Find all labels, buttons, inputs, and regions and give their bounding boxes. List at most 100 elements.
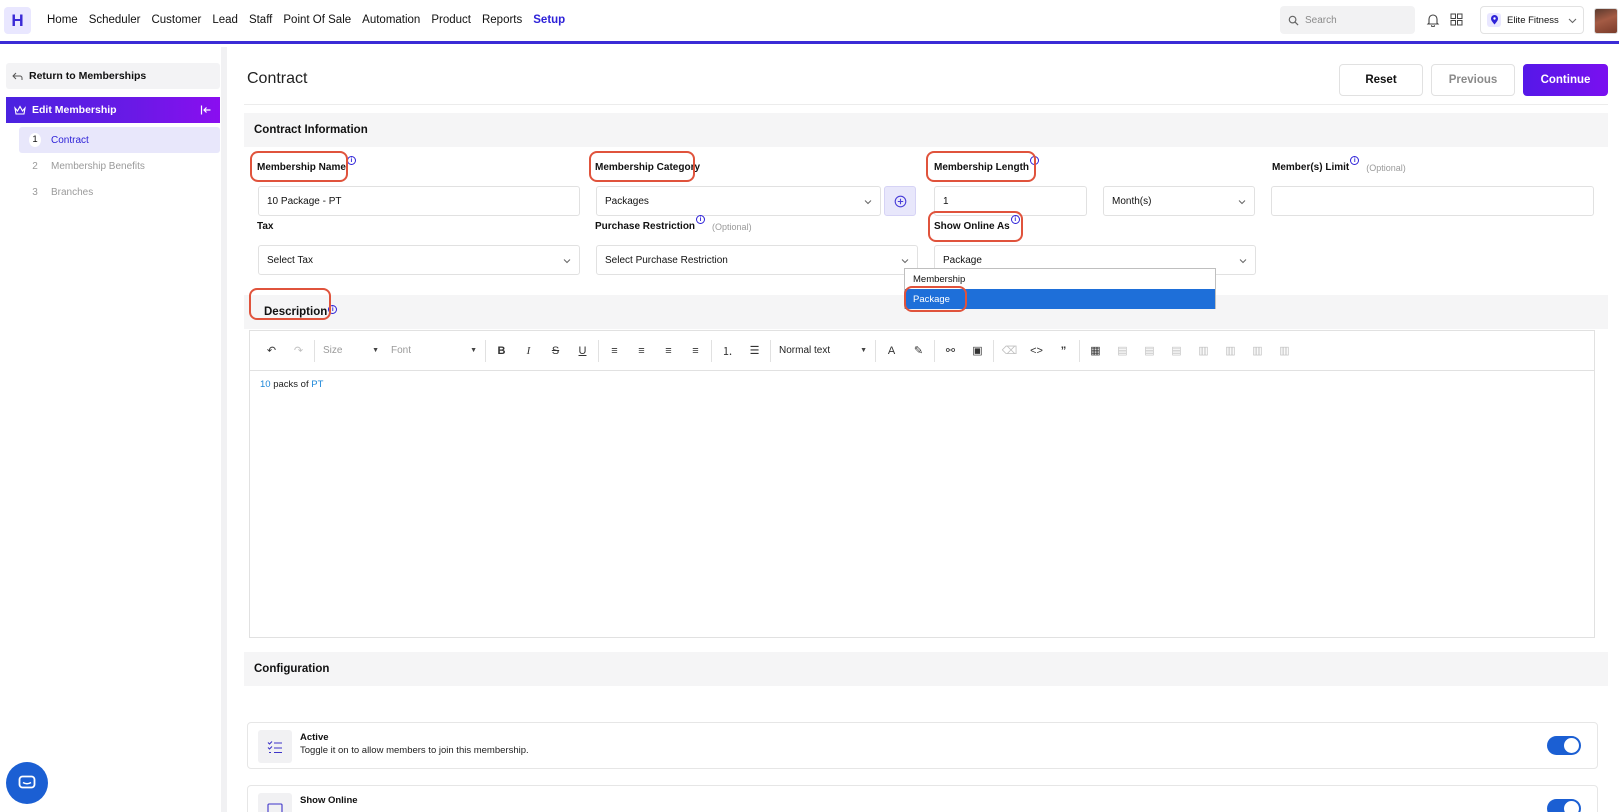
- redo-icon[interactable]: ↷: [285, 341, 312, 361]
- align-justify-icon[interactable]: ≡: [682, 341, 709, 361]
- nav-lead[interactable]: Lead: [212, 14, 238, 26]
- info-icon[interactable]: i: [346, 156, 356, 165]
- member-limit-label: Member(s) Limit i (Optional): [1272, 156, 1406, 173]
- bold-icon[interactable]: B: [488, 341, 515, 361]
- crown-icon: [14, 104, 26, 115]
- toolbar-divider: [1079, 339, 1080, 362]
- step-label: Membership Benefits: [51, 160, 145, 172]
- chevron-down-icon: [1568, 18, 1577, 24]
- step-number: 2: [32, 160, 38, 172]
- length-unit-select[interactable]: Month(s): [1103, 186, 1255, 216]
- underline-icon[interactable]: U: [569, 341, 596, 361]
- undo-icon[interactable]: ↶: [258, 341, 285, 361]
- text-color-icon[interactable]: A: [878, 341, 905, 361]
- nav-scheduler[interactable]: Scheduler: [89, 14, 141, 26]
- table-col-right-icon[interactable]: ▥: [1244, 341, 1271, 361]
- search-icon: [1288, 15, 1299, 26]
- paragraph-style-label: Normal text: [779, 345, 831, 356]
- membership-category-select[interactable]: Packages: [596, 186, 881, 216]
- strikethrough-icon[interactable]: S: [542, 341, 569, 361]
- italic-icon[interactable]: I: [515, 341, 542, 361]
- toolbar-divider: [770, 339, 771, 362]
- step-contract[interactable]: 1 Contract: [19, 127, 220, 153]
- bell-icon[interactable]: [1426, 13, 1440, 27]
- rich-text-editor[interactable]: ↶ ↷ Size ▼ Font ▼ B I S U ≡ ≡ ≡ ≡ ⒈ ☰ Norm…: [249, 330, 1595, 638]
- highlighter-icon[interactable]: ✎: [905, 341, 932, 361]
- sidebar: Return to Memberships Edit Membership 1 …: [0, 47, 227, 812]
- user-avatar[interactable]: [1594, 8, 1618, 34]
- toolbar-divider: [314, 339, 315, 362]
- apps-grid-icon[interactable]: [1450, 13, 1463, 26]
- config-description: Toggle it on to allow members to join th…: [300, 745, 529, 756]
- link-icon[interactable]: ⚯: [937, 341, 964, 361]
- chat-icon: [18, 775, 36, 789]
- step-number: 3: [32, 186, 38, 198]
- nav-reports[interactable]: Reports: [482, 14, 522, 26]
- highlight-membership-length: [926, 151, 1036, 182]
- chevron-down-icon: [1238, 200, 1246, 205]
- info-icon[interactable]: i: [1350, 156, 1360, 165]
- quote-icon[interactable]: ”: [1050, 341, 1077, 361]
- member-limit-input[interactable]: [1271, 186, 1594, 216]
- table-row-above-icon[interactable]: ▤: [1109, 341, 1136, 361]
- font-size-select[interactable]: Size ▼: [317, 341, 385, 361]
- table-delete-col-icon[interactable]: ▥: [1271, 341, 1298, 361]
- description-number: 10: [260, 379, 271, 390]
- toolbar-divider: [485, 339, 486, 362]
- nav-home[interactable]: Home: [47, 14, 78, 26]
- chevron-down-icon: [901, 259, 909, 264]
- code-icon[interactable]: <>: [1023, 341, 1050, 361]
- image-icon[interactable]: ▣: [964, 341, 991, 361]
- chat-support-button[interactable]: [6, 762, 48, 804]
- table-row-below-icon[interactable]: ▤: [1136, 341, 1163, 361]
- show-online-toggle[interactable]: [1547, 799, 1581, 812]
- bullet-list-icon[interactable]: ☰: [741, 341, 768, 361]
- eraser-icon[interactable]: ⌫: [996, 341, 1023, 361]
- nav-setup[interactable]: Setup: [533, 14, 565, 26]
- app-logo[interactable]: H: [4, 7, 31, 34]
- contract-information-heading: Contract Information: [244, 113, 1608, 147]
- table-col-left-icon[interactable]: ▥: [1217, 341, 1244, 361]
- reset-button[interactable]: Reset: [1339, 64, 1423, 96]
- step-branches[interactable]: 3 Branches: [19, 179, 220, 205]
- step-membership-benefits[interactable]: 2 Membership Benefits: [19, 153, 220, 179]
- return-label: Return to Memberships: [29, 70, 147, 82]
- optional-tag: (Optional): [1366, 163, 1406, 173]
- editor-content[interactable]: 10 packs of PT: [250, 371, 1594, 398]
- active-toggle[interactable]: [1547, 736, 1581, 755]
- nav-product[interactable]: Product: [431, 14, 471, 26]
- font-family-select[interactable]: Font ▼: [385, 341, 483, 361]
- tax-select[interactable]: Select Tax: [258, 245, 580, 275]
- table-merge-icon[interactable]: ▥: [1190, 341, 1217, 361]
- chevron-down-icon: [1239, 259, 1247, 264]
- info-icon[interactable]: i: [696, 215, 706, 224]
- nav-customer[interactable]: Customer: [151, 14, 201, 26]
- align-right-icon[interactable]: ≡: [655, 341, 682, 361]
- ordered-list-icon[interactable]: ⒈: [714, 341, 741, 361]
- previous-button[interactable]: Previous: [1431, 64, 1515, 96]
- paragraph-style-select[interactable]: Normal text ▼: [773, 341, 873, 361]
- insert-table-icon[interactable]: ▦: [1082, 341, 1109, 361]
- location-pin-icon: [1487, 13, 1501, 27]
- collapse-sidebar-icon[interactable]: [200, 104, 212, 116]
- checklist-icon: [258, 730, 292, 763]
- table-delete-row-icon[interactable]: ▤: [1163, 341, 1190, 361]
- continue-button[interactable]: Continue: [1523, 64, 1608, 96]
- membership-name-value: 10 Package - PT: [267, 195, 342, 207]
- membership-name-input[interactable]: 10 Package - PT: [258, 186, 580, 216]
- membership-category-value: Packages: [605, 195, 649, 207]
- tax-label-text: Tax: [257, 221, 274, 232]
- purchase-restriction-select[interactable]: Select Purchase Restriction: [596, 245, 918, 275]
- nav-automation[interactable]: Automation: [362, 14, 420, 26]
- location-selector[interactable]: Elite Fitness: [1480, 6, 1584, 34]
- return-to-memberships-link[interactable]: Return to Memberships: [6, 63, 220, 89]
- top-nav: H Home Scheduler Customer Lead Staff Poi…: [0, 0, 1619, 44]
- search-input[interactable]: Search: [1280, 6, 1415, 34]
- align-left-icon[interactable]: ≡: [601, 341, 628, 361]
- add-category-button[interactable]: [884, 186, 916, 216]
- nav-point-of-sale[interactable]: Point Of Sale: [283, 14, 351, 26]
- tax-label: Tax: [257, 221, 274, 232]
- purchase-restriction-label-text: Purchase Restriction: [595, 221, 696, 232]
- nav-staff[interactable]: Staff: [249, 14, 272, 26]
- align-center-icon[interactable]: ≡: [628, 341, 655, 361]
